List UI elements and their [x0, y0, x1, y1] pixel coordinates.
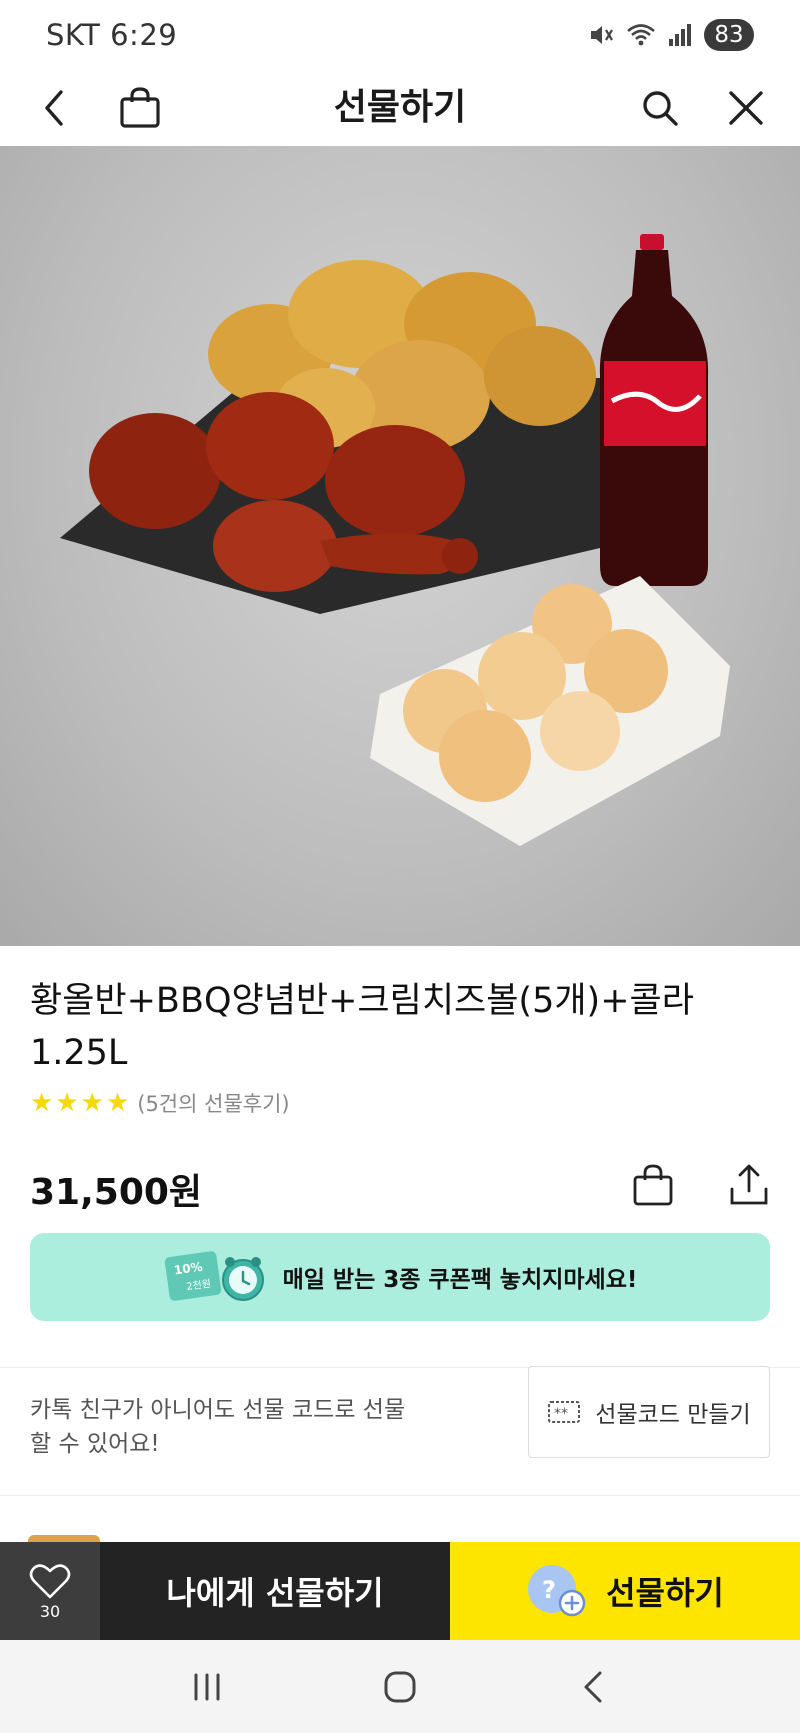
- gift-to-me-button[interactable]: 나에게 선물하기: [100, 1542, 450, 1640]
- mute-icon: [591, 26, 613, 44]
- coupon-pack-icon: 10% 2천원: [163, 1244, 273, 1310]
- section-divider: [0, 1495, 800, 1496]
- chevron-left-icon: [45, 90, 63, 126]
- gift-to-me-label: 나에게 선물하기: [166, 1574, 384, 1612]
- recent-apps-icon: [194, 1673, 220, 1700]
- svg-text:**: **: [554, 1406, 568, 1422]
- back-button[interactable]: [26, 80, 82, 136]
- star-icon: ★: [30, 1088, 54, 1118]
- gift-button[interactable]: ? 선물하기: [450, 1542, 800, 1640]
- carrier-time: SKT 6:29: [46, 18, 178, 52]
- home-icon: [384, 1671, 416, 1702]
- signal-icon: [669, 24, 691, 46]
- heart-icon: [29, 1563, 71, 1598]
- back-arrow-icon: [584, 1671, 602, 1702]
- recent-apps-button[interactable]: [177, 1657, 237, 1717]
- system-navigation-bar: [0, 1640, 800, 1733]
- wifi-icon: [627, 24, 655, 46]
- product-title: 황올반+BBQ양념반+크림치즈볼(5개)+콜라1.25L: [30, 981, 694, 1073]
- star-icon: ★: [105, 1088, 130, 1118]
- status-bar: SKT 6:29 83: [0, 0, 800, 70]
- product-illustration: [60, 234, 730, 846]
- gift-friend-icon: ?: [528, 1565, 586, 1617]
- like-button[interactable]: 30: [0, 1542, 100, 1640]
- coupon-banner-text: 매일 받는 3종 쿠폰팩 놓치지마세요!: [282, 1267, 638, 1293]
- wish-button[interactable]: [630, 1160, 676, 1210]
- share-icon: [730, 1164, 768, 1205]
- bottom-action-bar: 30 나에게 선물하기 ? 선물하기: [0, 1542, 800, 1640]
- review-count-link[interactable]: (5건의 선물후기): [137, 1088, 289, 1118]
- product-image: [0, 146, 800, 946]
- gift-code-ticket-icon: **: [548, 1401, 581, 1423]
- close-icon: [729, 91, 763, 125]
- product-price: 31,500원: [30, 1172, 203, 1213]
- shop-button[interactable]: [112, 80, 168, 136]
- home-button[interactable]: [370, 1657, 430, 1717]
- close-button[interactable]: [718, 80, 774, 136]
- system-back-button[interactable]: [563, 1657, 623, 1717]
- search-icon: [643, 91, 678, 126]
- coupon-ticket-icon: 10% 2천원: [164, 1251, 264, 1301]
- shopping-bag-icon: [120, 87, 160, 128]
- rating-stars: ★ ★ ★ ★: [30, 1089, 129, 1117]
- search-button[interactable]: [632, 80, 688, 136]
- gift-label: 선물하기: [606, 1574, 724, 1612]
- cheese-balls: [370, 576, 730, 846]
- price-actions: [630, 1160, 772, 1210]
- gift-code-description: 카톡 친구가 아니어도 선물 코드로 선물 할 수 있어요!: [30, 1397, 406, 1457]
- svg-text:?: ?: [542, 1576, 556, 1604]
- shopping-bag-icon: [633, 1164, 673, 1206]
- rating-row[interactable]: ★ ★ ★ ★ (5건의 선물후기): [30, 1088, 290, 1118]
- star-icon: ★: [80, 1088, 104, 1118]
- make-gift-code-button[interactable]: ** 선물코드 만들기: [528, 1366, 770, 1458]
- battery-indicator: 83: [704, 19, 754, 51]
- like-count: 30: [39, 1601, 61, 1621]
- coupon-pack-banner[interactable]: 10% 2천원 매일 받는 3종 쿠폰팩 놓치지마세요!: [30, 1233, 770, 1321]
- star-icon: ★: [55, 1088, 79, 1118]
- make-gift-code-label: 선물코드 만들기: [595, 1402, 751, 1428]
- status-icons: 83: [588, 19, 754, 51]
- top-nav-bar: 선물하기: [0, 70, 800, 146]
- share-button[interactable]: [726, 1160, 772, 1210]
- cola-bottle: [599, 234, 709, 586]
